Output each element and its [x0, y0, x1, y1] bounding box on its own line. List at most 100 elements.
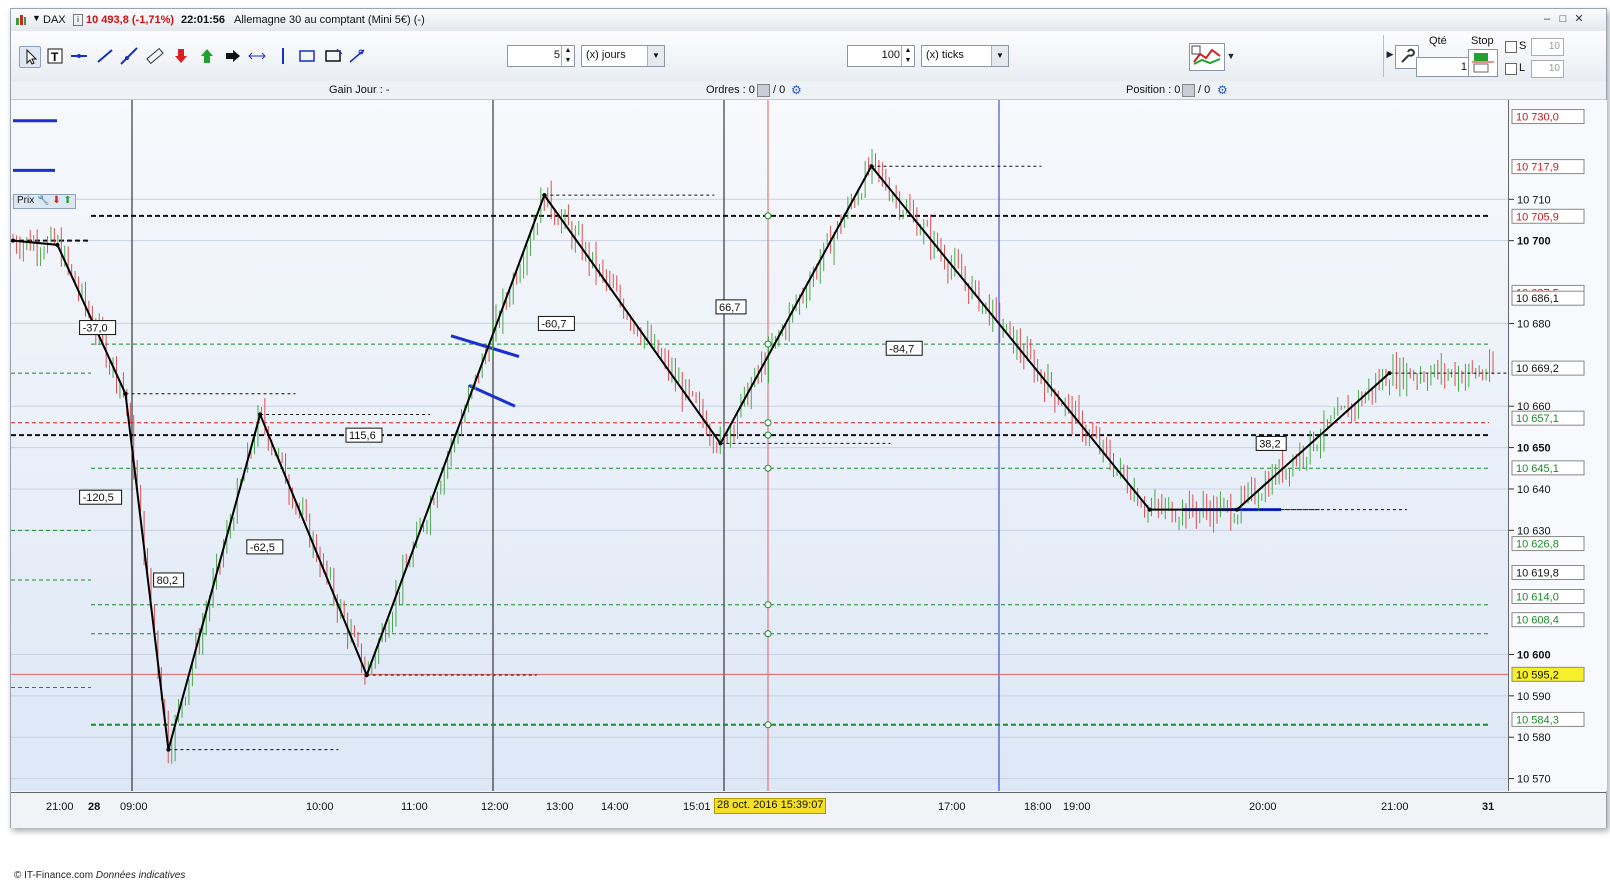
- price-series-tag[interactable]: Prix 🔧 ⬇ ⬆: [13, 194, 76, 209]
- crosshair-level-marker: [764, 721, 772, 729]
- orders-sep: / 0: [773, 84, 786, 96]
- position-settings-icon[interactable]: ⚙: [1217, 83, 1228, 97]
- indicators-button[interactable]: [1189, 43, 1225, 71]
- time-tick-label: 31: [1482, 801, 1495, 813]
- horizontal-line-icon[interactable]: [69, 46, 89, 66]
- channel-tool-icon[interactable]: [323, 46, 343, 66]
- chevron-down-icon[interactable]: ▼: [647, 46, 664, 66]
- time-tick-label: 20:00: [1249, 801, 1277, 813]
- days-count-value[interactable]: 5: [554, 49, 560, 61]
- price-chart-area[interactable]: -37,0 -120,5 80,2 -62,5 115,6 -60,7 66,7 -84,7 3…: [11, 92, 1560, 881]
- crosshair-level-marker: [764, 431, 772, 439]
- close-icon[interactable]: ✕: [1573, 13, 1585, 25]
- days-count-input[interactable]: 5 ▲ ▼: [507, 45, 575, 67]
- price-box-label: 10 645,1: [1516, 463, 1559, 475]
- indicators-dropdown-icon[interactable]: ▼: [1225, 43, 1237, 69]
- right-arrow-icon[interactable]: [223, 46, 243, 66]
- collapse-arrow-icon[interactable]: ▶: [1385, 44, 1395, 64]
- move-label: -62,5: [250, 542, 275, 554]
- orders-close-icon[interactable]: [757, 84, 770, 97]
- time-tick-label: 09:00: [120, 801, 148, 813]
- price-chart-svg[interactable]: -37,0 -120,5 80,2 -62,5 115,6 -60,7 66,7 -84,7 3…: [11, 92, 1560, 791]
- info-icon[interactable]: i: [73, 14, 83, 26]
- orders-settings-icon[interactable]: ⚙: [791, 83, 802, 97]
- cursor-time-box: 28 oct. 2016 15:39:07: [714, 798, 827, 814]
- price-axis[interactable]: 10 710 10 700 10 680 10 660 10 650 10 640 10 6…: [1508, 100, 1607, 791]
- move-label: 66,7: [719, 302, 740, 314]
- time-tick-label: 12:00: [481, 801, 509, 813]
- ruler-tool-icon[interactable]: [145, 46, 165, 66]
- copyright-data-note: Données indicatives: [95, 870, 186, 881]
- time-tick-label: 10:00: [306, 801, 334, 813]
- wrench-icon[interactable]: 🔧: [37, 195, 49, 206]
- price-box-label: 10 730,0: [1516, 112, 1559, 124]
- price-change: 10 493,8 (-1,71%): [86, 14, 175, 26]
- price-axis-svg: 10 71010 70010 68010 66010 65010 64010 6…: [1509, 109, 1585, 786]
- ray-tool-icon[interactable]: [119, 46, 139, 66]
- blue-channel-line: [468, 384, 516, 408]
- time-tick-label: 13:00: [546, 801, 574, 813]
- days-unit-label: (x) jours: [586, 49, 626, 61]
- copyright-note: © IT-Finance.com Données indicatives: [14, 870, 185, 881]
- rectangle-tool-icon[interactable]: [297, 46, 317, 66]
- ticks-count-input[interactable]: 100 ▲ ▼: [847, 45, 915, 67]
- crosshair-level-marker: [764, 212, 772, 220]
- price-box-label: 10 595,2: [1516, 669, 1559, 681]
- axis-tick-label: 10 580: [1517, 732, 1551, 744]
- move-label: -37,0: [83, 323, 108, 335]
- symbol-name[interactable]: DAX: [43, 14, 66, 26]
- move-label: 80,2: [157, 575, 178, 587]
- quantity-input[interactable]: 1: [1416, 57, 1472, 77]
- price-box-label: 10 717,9: [1516, 162, 1559, 174]
- time-axis[interactable]: 21:00 28 09:00 10:00 11:00 12:00 13:00 14:00 15:…: [11, 792, 1606, 828]
- position-text: Position : 0: [1126, 84, 1181, 96]
- axis-tick-label: 10 570: [1517, 774, 1551, 786]
- price-box-label: 10 608,4: [1516, 615, 1559, 627]
- chevron-down-icon[interactable]: ▼: [991, 46, 1008, 66]
- axis-tick-label: 10 710: [1517, 194, 1551, 206]
- time-tick-label: 21:00: [1381, 801, 1409, 813]
- text-tool-icon[interactable]: T: [45, 46, 65, 66]
- trendline-tool-icon[interactable]: [95, 46, 115, 66]
- stop-s-input[interactable]: 10: [1531, 38, 1564, 56]
- symbol-dropdown-icon[interactable]: ▼: [32, 13, 41, 23]
- trading-window: ▼ DAX i 10 493,8 (-1,71%) 22:01:56 Allem…: [10, 8, 1607, 881]
- stop-s-checkbox[interactable]: [1505, 41, 1517, 53]
- svg-text:T: T: [51, 50, 59, 64]
- vertical-line-icon[interactable]: [273, 46, 293, 66]
- toolbar-divider: [1383, 35, 1384, 77]
- stop-l-checkbox[interactable]: [1505, 63, 1517, 75]
- move-label: 115,6: [349, 430, 376, 442]
- crosshair-level-marker: [764, 340, 772, 348]
- sell-arrow-icon[interactable]: [171, 46, 191, 66]
- pointer-tool-icon[interactable]: [19, 46, 41, 68]
- ticks-count-value[interactable]: 100: [882, 49, 900, 61]
- price-box-label: 10 657,1: [1516, 413, 1559, 425]
- qte-label: Qté: [1429, 35, 1447, 47]
- zigzag-trend-line[interactable]: [12, 164, 1391, 750]
- crosshair-level-marker: [764, 464, 772, 472]
- stop-l-input[interactable]: 10: [1531, 60, 1564, 78]
- axis-tick-label: 10 700: [1517, 236, 1551, 248]
- ticks-unit-select[interactable]: (x) ticks ▼: [921, 45, 1009, 67]
- up-green-icon[interactable]: ⬆: [63, 195, 71, 206]
- account-info-bar: Gain Jour : - Ordres : 0 / 0 ⚙ Position …: [11, 81, 1606, 100]
- minimize-icon[interactable]: –: [1541, 13, 1553, 25]
- clock-time: 22:01:56: [181, 14, 226, 26]
- axis-tick-label: 10 630: [1517, 525, 1551, 537]
- days-unit-select[interactable]: (x) jours ▼: [581, 45, 665, 67]
- drawing-toolbar: T 5 ▲ ▼ (x) jours ▼ 100 ▲ ▼ (x) ticks ▼ …: [11, 31, 1606, 82]
- fibonacci-tool-icon[interactable]: [347, 46, 367, 66]
- stop-order-button[interactable]: [1468, 49, 1498, 77]
- axis-tick-label: 10 600: [1517, 649, 1551, 661]
- down-red-icon[interactable]: ⬇: [52, 195, 60, 206]
- ticks-stepper-icon[interactable]: ▲ ▼: [901, 46, 914, 66]
- maximize-icon[interactable]: □: [1557, 13, 1569, 25]
- time-tick-label: 17:00: [938, 801, 966, 813]
- span-tool-icon[interactable]: [247, 46, 267, 66]
- position-close-icon[interactable]: [1182, 84, 1195, 97]
- axis-tick-label: 10 650: [1517, 443, 1551, 455]
- days-stepper-icon[interactable]: ▲ ▼: [561, 46, 574, 66]
- price-box-label: 10 614,0: [1516, 592, 1559, 604]
- buy-arrow-icon[interactable]: [197, 46, 217, 66]
